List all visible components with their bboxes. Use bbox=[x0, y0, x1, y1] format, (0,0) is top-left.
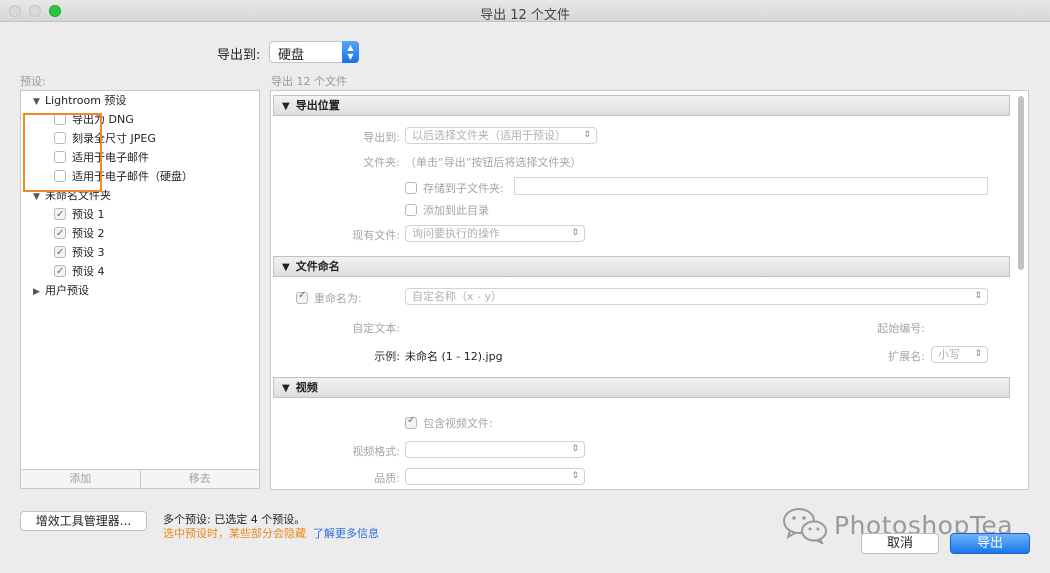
extension-select[interactable]: 小写 ⇕ bbox=[931, 346, 988, 363]
preset-item[interactable]: 预设 2 bbox=[54, 225, 105, 243]
rename-checkbox[interactable] bbox=[296, 290, 308, 304]
preset-item[interactable]: 预设 3 bbox=[54, 244, 105, 262]
rename-template-select[interactable]: 自定名称（x - y） ⇕ bbox=[405, 288, 988, 305]
folder-label: 文件夹: bbox=[363, 156, 400, 169]
plugin-manager-button[interactable]: 增效工具管理器... bbox=[20, 511, 147, 531]
location-export-to-label: 导出到: bbox=[363, 131, 400, 144]
example-value: 未命名 (1 - 12).jpg bbox=[405, 350, 503, 363]
video-format-select[interactable]: ⇕ bbox=[405, 441, 585, 458]
expanded-triangle-icon: ▼ bbox=[282, 262, 290, 273]
updown-icon: ⇕ bbox=[583, 130, 591, 140]
location-export-to-select[interactable]: 以后选择文件夹（适用于预设） ⇕ bbox=[405, 127, 597, 144]
include-video-option[interactable]: 包含视频文件: bbox=[405, 415, 493, 431]
export-to-value: 硬盘 bbox=[278, 48, 305, 63]
title-bar: 导出 12 个文件 bbox=[0, 0, 1050, 23]
video-format-label: 视频格式: bbox=[352, 445, 400, 458]
section-header-location[interactable]: ▼ 导出位置 bbox=[273, 95, 1010, 116]
expanded-triangle-icon: ▼ bbox=[282, 383, 290, 394]
preset-warning: 选中预设时，某些部分会隐藏 bbox=[163, 527, 306, 540]
expanded-triangle-icon[interactable]: ▼ bbox=[33, 93, 45, 111]
cancel-button[interactable]: 取消 bbox=[861, 533, 939, 554]
add-catalog-option[interactable]: 添加到此目录 bbox=[405, 202, 489, 218]
existing-files-select[interactable]: 询问要执行的操作 ⇕ bbox=[405, 225, 585, 242]
rename-option[interactable]: 重命名为: bbox=[296, 290, 362, 306]
updown-icon: ⇕ bbox=[571, 228, 579, 238]
preset-group-lightroom[interactable]: ▼ Lightroom 预设 bbox=[33, 92, 126, 110]
updown-icon: ⇕ bbox=[974, 349, 982, 359]
quality-select[interactable]: ⇕ bbox=[405, 468, 585, 485]
preset-checkbox[interactable] bbox=[54, 225, 66, 243]
preset-group-user[interactable]: ▶ 用户预设 bbox=[33, 282, 89, 300]
section-header-video[interactable]: ▼ 视频 bbox=[273, 377, 1010, 398]
section-header-naming[interactable]: ▼ 文件命名 bbox=[273, 256, 1010, 277]
expanded-triangle-icon: ▼ bbox=[282, 101, 290, 112]
files-count-label: 导出 12 个文件 bbox=[271, 75, 347, 88]
preset-checkbox[interactable] bbox=[54, 263, 66, 281]
preset-item[interactable]: 预设 4 bbox=[54, 263, 105, 281]
updown-icon: ⇕ bbox=[974, 291, 982, 301]
subfolder-input[interactable] bbox=[514, 177, 988, 195]
preset-checkbox[interactable] bbox=[54, 206, 66, 224]
remove-preset-button[interactable]: 移去 bbox=[139, 470, 260, 488]
export-to-select[interactable]: 硬盘 ▲ ▼ bbox=[269, 41, 359, 63]
wechat-icon bbox=[783, 508, 827, 544]
preset-item[interactable]: 预设 1 bbox=[54, 206, 105, 224]
preset-checkbox[interactable] bbox=[54, 244, 66, 262]
example-label: 示例: bbox=[374, 350, 400, 363]
updown-icon: ⇕ bbox=[571, 471, 579, 481]
extension-label: 扩展名: bbox=[888, 350, 925, 363]
scroll-thumb[interactable] bbox=[1018, 96, 1024, 270]
select-arrows-icon: ▲ ▼ bbox=[342, 41, 359, 63]
subfolder-checkbox[interactable] bbox=[405, 182, 417, 194]
export-to-label: 导出到: bbox=[217, 48, 261, 63]
preset-tree-footer: 添加 移去 bbox=[20, 470, 260, 489]
subfolder-option[interactable]: 存储到子文件夹: bbox=[405, 180, 504, 196]
add-catalog-checkbox[interactable] bbox=[405, 204, 417, 216]
folder-value: （单击“导出”按钮后将选择文件夹） bbox=[405, 156, 582, 169]
collapsed-triangle-icon[interactable]: ▶ bbox=[33, 283, 45, 301]
custom-text-label: 自定文本: bbox=[352, 322, 400, 335]
existing-files-label: 现有文件: bbox=[352, 229, 400, 242]
include-video-checkbox[interactable] bbox=[405, 415, 417, 429]
settings-scrollbar[interactable] bbox=[1016, 92, 1026, 488]
presets-label: 预设: bbox=[20, 75, 46, 88]
export-button[interactable]: 导出 bbox=[950, 533, 1030, 554]
start-number-label: 起始编号: bbox=[877, 322, 925, 335]
window-title: 导出 12 个文件 bbox=[480, 8, 570, 23]
learn-more-link[interactable]: 了解更多信息 bbox=[313, 525, 379, 541]
quality-label: 品质: bbox=[374, 472, 400, 485]
updown-icon: ⇕ bbox=[571, 444, 579, 454]
selection-highlight bbox=[23, 113, 102, 192]
add-preset-button[interactable]: 添加 bbox=[21, 470, 140, 488]
